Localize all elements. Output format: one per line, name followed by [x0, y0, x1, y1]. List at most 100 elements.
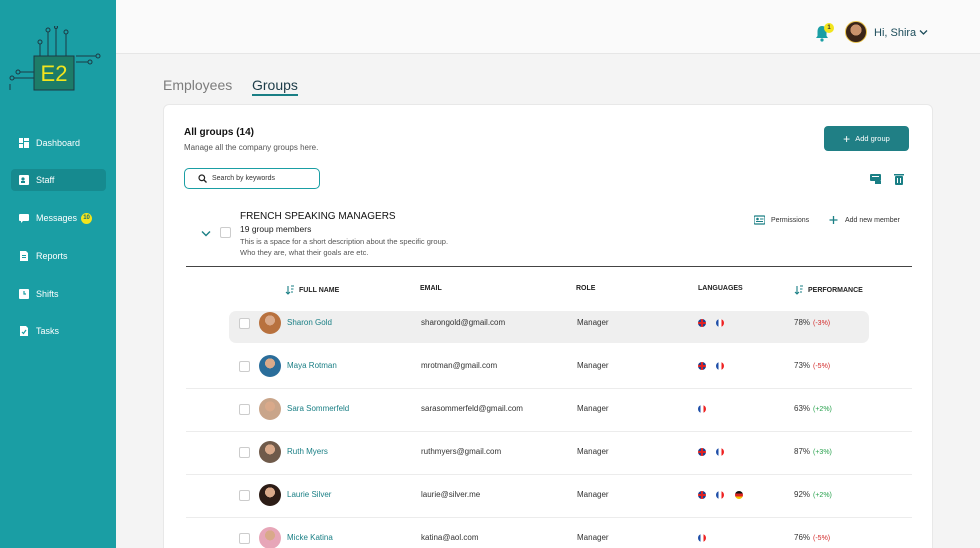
column-label: FULL NAME	[299, 286, 340, 294]
performance-delta: (-3%)	[813, 320, 831, 327]
search-placeholder: Search by keywords	[212, 175, 276, 182]
row-checkbox[interactable]	[239, 447, 250, 458]
performance-cell: 92% (+2%)	[794, 490, 832, 499]
reports-icon	[20, 251, 28, 261]
performance-cell: 73% (-5%)	[794, 361, 830, 370]
group-description-line: Who they are, what their goals are etc.	[240, 248, 369, 257]
avatar	[259, 312, 281, 334]
employee-name[interactable]: Laurie Silver	[287, 490, 331, 499]
performance-cell: 87% (+3%)	[794, 447, 832, 456]
sidebar-item-label: Staff	[36, 175, 55, 185]
sidebar-item-staff[interactable]: Staff	[11, 169, 106, 191]
row-highlight	[229, 311, 869, 343]
user-greeting[interactable]: Hi, Shira	[874, 27, 916, 39]
sidebar-item-label: Dashboard	[36, 138, 81, 148]
table-row[interactable]: Sara Sommerfeld sarasommerfeld@gmail.com M…	[186, 389, 912, 432]
sidebar-item-label: Tasks	[36, 326, 60, 336]
plus-icon	[829, 216, 838, 224]
avatar	[259, 484, 281, 506]
sort-icon	[285, 285, 294, 295]
employee-name[interactable]: Sharon Gold	[287, 318, 332, 327]
chevron-down-icon[interactable]	[201, 230, 211, 237]
employee-email: katina@aol.com	[421, 533, 479, 542]
employee-name[interactable]: Micke Katina	[287, 533, 333, 542]
table-row[interactable]: Ruth Myers ruthmyers@gmail.com Manager 87%(…	[186, 432, 912, 475]
group-name: FRENCH SPEAKING MANAGERS	[240, 211, 396, 222]
table-row[interactable]: Maya Rotman mrotman@gmail.com Manager 73% (-…	[186, 346, 912, 389]
sidebar-item-messages[interactable]: Messages 10	[11, 207, 106, 229]
row-checkbox[interactable]	[239, 404, 250, 415]
flag-fr-icon	[716, 362, 724, 370]
row-checkbox[interactable]	[239, 318, 250, 329]
employee-role: Manager	[577, 361, 609, 370]
row-checkbox[interactable]	[239, 490, 250, 501]
sidebar-item-label: Shifts	[36, 289, 59, 299]
tab-employees[interactable]: Employees	[163, 77, 232, 93]
messages-icon	[19, 214, 29, 223]
add-member-label: Add new member	[845, 216, 900, 224]
column-label: LANGUAGES	[698, 285, 743, 292]
permissions-button[interactable]: Permissions	[754, 215, 809, 225]
employee-name[interactable]: Sara Sommerfeld	[287, 404, 349, 413]
employee-role: Manager	[577, 533, 609, 542]
employee-name[interactable]: Maya Rotman	[287, 361, 337, 370]
row-checkbox[interactable]	[239, 533, 250, 544]
employee-role: Manager	[577, 490, 609, 499]
permissions-icon	[754, 215, 765, 225]
add-new-member-button[interactable]: Add new member	[828, 215, 900, 225]
sidebar-item-reports[interactable]: Reports	[11, 245, 106, 267]
column-label: PERFORMANCE	[808, 286, 863, 294]
performance-cell: 76% (-5%)	[794, 533, 830, 542]
add-group-button[interactable]: + Add group	[824, 126, 909, 151]
divider	[186, 266, 912, 267]
groups-panel: All groups (14) Manage all the company g…	[163, 104, 933, 548]
svg-text:E2: E2	[41, 61, 68, 86]
employee-email: sharongold@gmail.com	[421, 318, 506, 327]
search-input[interactable]: Search by keywords	[184, 168, 320, 189]
row-checkbox[interactable]	[239, 361, 250, 372]
table-row[interactable]: Laurie Silver laurie@silver.me Manager 92%(…	[186, 475, 912, 518]
column-header-full-name[interactable]: FULL NAME	[285, 285, 339, 295]
tasks-icon	[20, 326, 28, 336]
flag-uk-icon	[698, 362, 706, 370]
flag-uk-icon	[698, 491, 706, 499]
search-icon	[198, 174, 207, 183]
table-row[interactable]: Sharon Gold sharongold@gmail.com Manager 78…	[186, 303, 912, 346]
sort-icon	[794, 285, 803, 295]
flag-uk-icon	[698, 319, 706, 327]
tab-groups[interactable]: Groups	[252, 77, 298, 96]
e2-logo[interactable]: E2	[6, 26, 106, 96]
notification-badge: 1	[824, 23, 834, 33]
avatar[interactable]	[845, 21, 867, 43]
column-label: EMAIL	[420, 285, 442, 292]
employee-email: sarasommerfeld@gmail.com	[421, 404, 523, 413]
group-description: This is a space for a short description …	[240, 236, 540, 258]
employee-role: Manager	[577, 318, 609, 327]
sidebar-item-shifts[interactable]: Shifts	[11, 283, 106, 305]
chevron-down-icon[interactable]	[919, 29, 928, 36]
trash-icon[interactable]	[893, 173, 905, 185]
flag-uk-icon	[698, 448, 706, 456]
column-header-performance[interactable]: PERFORMANCE	[794, 285, 863, 295]
performance-delta: (+2%)	[813, 406, 832, 413]
panel-title: All groups (14)	[184, 127, 255, 138]
employee-email: ruthmyers@gmail.com	[421, 447, 502, 456]
column-label: ROLE	[576, 285, 596, 292]
sidebar-item-label: Reports	[36, 251, 68, 261]
table-row[interactable]: Micke Katina katina@aol.com Manager 76% (-5%…	[186, 518, 912, 548]
performance-delta: (+2%)	[813, 492, 832, 499]
avatar	[259, 527, 281, 548]
employee-name[interactable]: Ruth Myers	[287, 447, 328, 456]
avatar	[259, 398, 281, 420]
sidebar-item-dashboard[interactable]: Dashboard	[11, 132, 106, 154]
employee-role: Manager	[577, 447, 609, 456]
sidebar-item-tasks[interactable]: Tasks	[11, 320, 106, 342]
performance-value: 92%	[794, 490, 811, 499]
performance-value: 87%	[794, 447, 811, 456]
group-checkbox[interactable]	[220, 227, 231, 238]
message-group-icon[interactable]	[870, 173, 882, 185]
permissions-label: Permissions	[771, 216, 810, 224]
performance-cell: 78% (-3%)	[794, 318, 830, 327]
panel-subtitle: Manage all the company groups here.	[184, 143, 319, 152]
performance-cell: 63% (+2%)	[794, 404, 832, 413]
